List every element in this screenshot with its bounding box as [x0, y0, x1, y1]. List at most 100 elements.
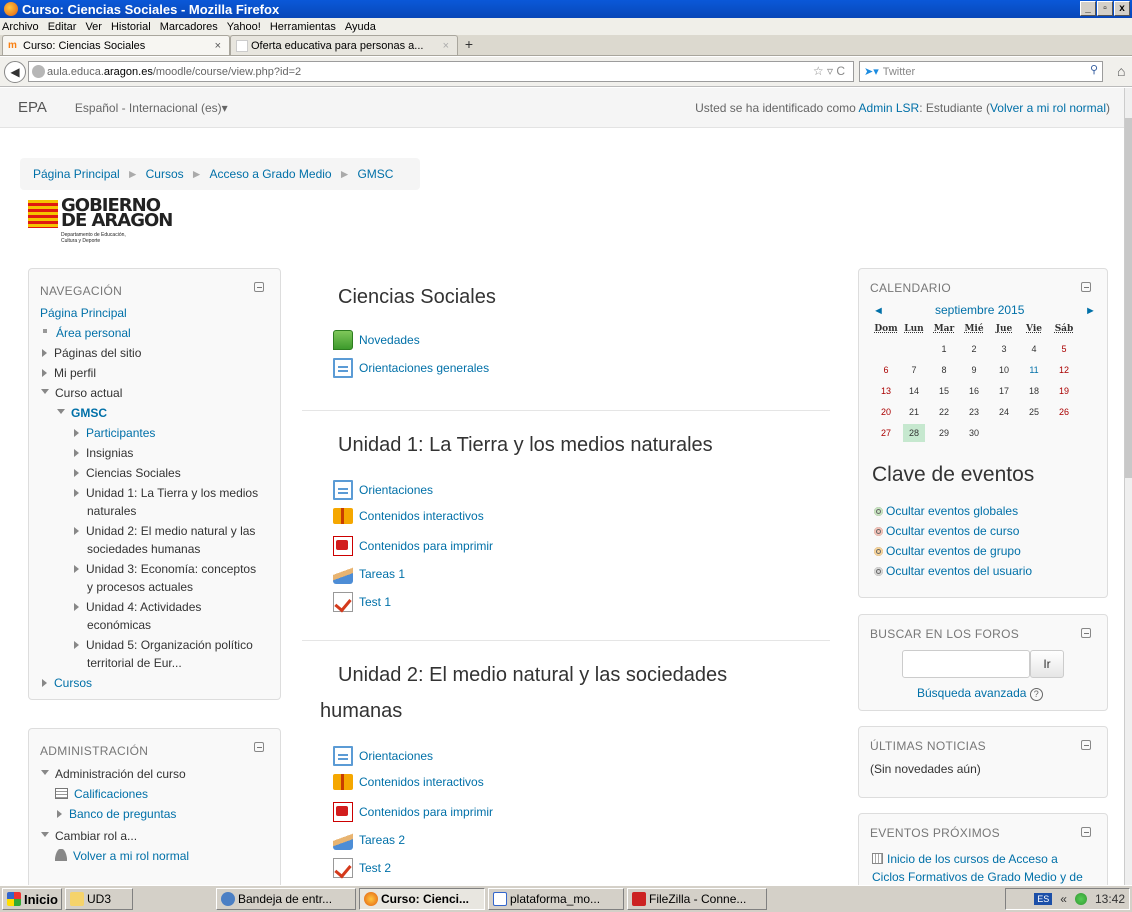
- collapse-arrow-icon[interactable]: [41, 832, 49, 838]
- search-icon[interactable]: ⚲: [1090, 63, 1098, 76]
- return-role-link[interactable]: Volver a mi rol normal: [990, 101, 1106, 115]
- calendar-day[interactable]: 5: [1053, 340, 1075, 358]
- activity-tareas-1[interactable]: Tareas 1: [333, 564, 405, 584]
- menu-ver[interactable]: Ver: [85, 21, 102, 33]
- admin-banco-preguntas[interactable]: Banco de preguntas: [69, 807, 176, 821]
- search-bar[interactable]: ➤▾ Twitter ⚲: [859, 61, 1103, 82]
- event-key-link[interactable]: Ocultar eventos de grupo: [886, 544, 1021, 558]
- calendar-day[interactable]: 16: [963, 382, 985, 400]
- calendar-day[interactable]: 2: [963, 340, 985, 358]
- calendar-day[interactable]: 30: [963, 424, 985, 442]
- activity-contenidos-imprimir-2[interactable]: Contenidos para imprimir: [333, 802, 493, 822]
- taskbar-item-ud3[interactable]: UD3: [65, 888, 133, 910]
- taskbar-item-plataforma[interactable]: plataforma_mo...: [488, 888, 624, 910]
- expand-arrow-icon[interactable]: [74, 526, 79, 535]
- breadcrumb-home[interactable]: Página Principal: [33, 167, 120, 181]
- forum-search-input[interactable]: [902, 650, 1030, 678]
- event-key-item[interactable]: Ocultar eventos de grupo: [872, 544, 1021, 558]
- minimize-button[interactable]: _: [1080, 1, 1096, 16]
- calendar-day[interactable]: 22: [933, 403, 955, 421]
- scrollbar-thumb[interactable]: [1125, 118, 1132, 478]
- new-tab-button[interactable]: +: [458, 35, 480, 55]
- nav-unidad-5[interactable]: Unidad 5: Organización político: [86, 638, 253, 652]
- collapse-icon[interactable]: [1081, 740, 1091, 750]
- activity-tareas-2[interactable]: Tareas 2: [333, 830, 405, 850]
- calendar-day[interactable]: 17: [993, 382, 1015, 400]
- user-profile-link[interactable]: Admin LSR: [859, 101, 920, 115]
- calendar-day[interactable]: 29: [933, 424, 955, 442]
- activity-link[interactable]: Contenidos para imprimir: [359, 805, 493, 819]
- admin-calificaciones[interactable]: Calificaciones: [74, 787, 148, 801]
- next-month-icon[interactable]: ►: [1085, 305, 1096, 317]
- calendar-day[interactable]: 19: [1053, 382, 1075, 400]
- admin-volver-rol[interactable]: Volver a mi rol normal: [73, 849, 189, 863]
- tab-close-icon[interactable]: ×: [215, 40, 221, 52]
- nav-paginas-sitio[interactable]: Páginas del sitio: [54, 346, 141, 360]
- calendar-day[interactable]: 24: [993, 403, 1015, 421]
- menu-editar[interactable]: Editar: [48, 21, 77, 33]
- activity-link[interactable]: Orientaciones: [359, 749, 433, 763]
- activity-orientaciones-2[interactable]: Orientaciones: [333, 746, 433, 766]
- breadcrumb-cursos[interactable]: Cursos: [146, 167, 184, 181]
- taskbar-item-bandeja[interactable]: Bandeja de entr...: [216, 888, 356, 910]
- activity-contenidos-imprimir-1[interactable]: Contenidos para imprimir: [333, 536, 493, 556]
- expand-arrow-icon[interactable]: [74, 640, 79, 649]
- taskbar-item-filezilla[interactable]: FileZilla - Conne...: [627, 888, 767, 910]
- activity-orientaciones-1[interactable]: Orientaciones: [333, 480, 433, 500]
- upcoming-event-link-cont[interactable]: Ciclos Formativos de Grado Medio y de: [872, 870, 1083, 884]
- activity-link[interactable]: Contenidos interactivos: [359, 509, 484, 523]
- calendar-day[interactable]: 12: [1053, 361, 1075, 379]
- collapse-icon[interactable]: [1081, 628, 1091, 638]
- calendar-day[interactable]: 4: [1023, 340, 1045, 358]
- collapse-arrow-icon[interactable]: [41, 770, 49, 776]
- collapse-icon[interactable]: [1081, 282, 1091, 292]
- activity-link[interactable]: Novedades: [359, 333, 420, 347]
- nav-unidad-5-cont[interactable]: territorial de Eur...: [87, 656, 182, 670]
- forum-search-button[interactable]: Ir: [1030, 650, 1064, 678]
- taskbar-item-firefox[interactable]: Curso: Cienci...: [359, 888, 485, 910]
- calendar-month[interactable]: septiembre 2015: [935, 303, 1024, 317]
- page-scrollbar[interactable]: [1124, 88, 1132, 885]
- previous-month-icon[interactable]: ◄: [873, 305, 884, 317]
- activity-link[interactable]: Tareas 1: [359, 567, 405, 581]
- activity-link[interactable]: Tareas 2: [359, 833, 405, 847]
- nav-unidad-4-cont[interactable]: económicas: [87, 618, 151, 632]
- nav-unidad-1[interactable]: Unidad 1: La Tierra y los medios: [86, 486, 258, 500]
- back-button[interactable]: ◀: [4, 60, 26, 83]
- calendar-day[interactable]: 13: [875, 382, 897, 400]
- activity-contenidos-interactivos-1[interactable]: Contenidos interactivos: [333, 508, 484, 524]
- tab-oferta[interactable]: Oferta educativa para personas a... ×: [230, 35, 458, 55]
- event-key-item[interactable]: Ocultar eventos de curso: [872, 524, 1019, 538]
- activity-novedades[interactable]: Novedades: [333, 330, 420, 350]
- expand-arrow-icon[interactable]: [42, 678, 47, 687]
- expand-arrow-icon[interactable]: [74, 468, 79, 477]
- calendar-day[interactable]: 14: [903, 382, 925, 400]
- admin-cambiar-rol[interactable]: Cambiar rol a...: [55, 829, 137, 843]
- expand-arrow-icon[interactable]: [57, 809, 62, 818]
- collapse-arrow-icon[interactable]: [41, 389, 49, 395]
- calendar-day[interactable]: 6: [875, 361, 897, 379]
- calendar-day[interactable]: 8: [933, 361, 955, 379]
- advanced-search-link[interactable]: Búsqueda avanzada: [917, 686, 1026, 700]
- nav-area-personal[interactable]: Área personal: [56, 326, 131, 340]
- expand-arrow-icon[interactable]: [74, 488, 79, 497]
- activity-test-2[interactable]: Test 2: [333, 858, 391, 878]
- calendar-day[interactable]: 10: [993, 361, 1015, 379]
- calendar-day[interactable]: 23: [963, 403, 985, 421]
- expand-arrow-icon[interactable]: [42, 348, 47, 357]
- language-indicator[interactable]: ES: [1034, 893, 1053, 905]
- nav-unidad-1-cont[interactable]: naturales: [87, 504, 136, 518]
- activity-test-1[interactable]: Test 1: [333, 592, 391, 612]
- menu-herramientas[interactable]: Herramientas: [270, 21, 336, 33]
- calendar-day[interactable]: 3: [993, 340, 1015, 358]
- help-icon[interactable]: ?: [1029, 688, 1043, 701]
- nav-course-gmsc[interactable]: GMSC: [71, 406, 107, 420]
- nav-curso-actual[interactable]: Curso actual: [55, 386, 122, 400]
- nav-unidad-4[interactable]: Unidad 4: Actividades: [86, 600, 201, 614]
- expand-arrow-icon[interactable]: [74, 448, 79, 457]
- calendar-day[interactable]: 21: [903, 403, 925, 421]
- nav-unidad-3[interactable]: Unidad 3: Economía: conceptos: [86, 562, 256, 576]
- activity-orientaciones-generales[interactable]: Orientaciones generales: [333, 358, 489, 378]
- collapse-icon[interactable]: [254, 282, 264, 292]
- twitter-icon[interactable]: ➤▾: [864, 65, 879, 78]
